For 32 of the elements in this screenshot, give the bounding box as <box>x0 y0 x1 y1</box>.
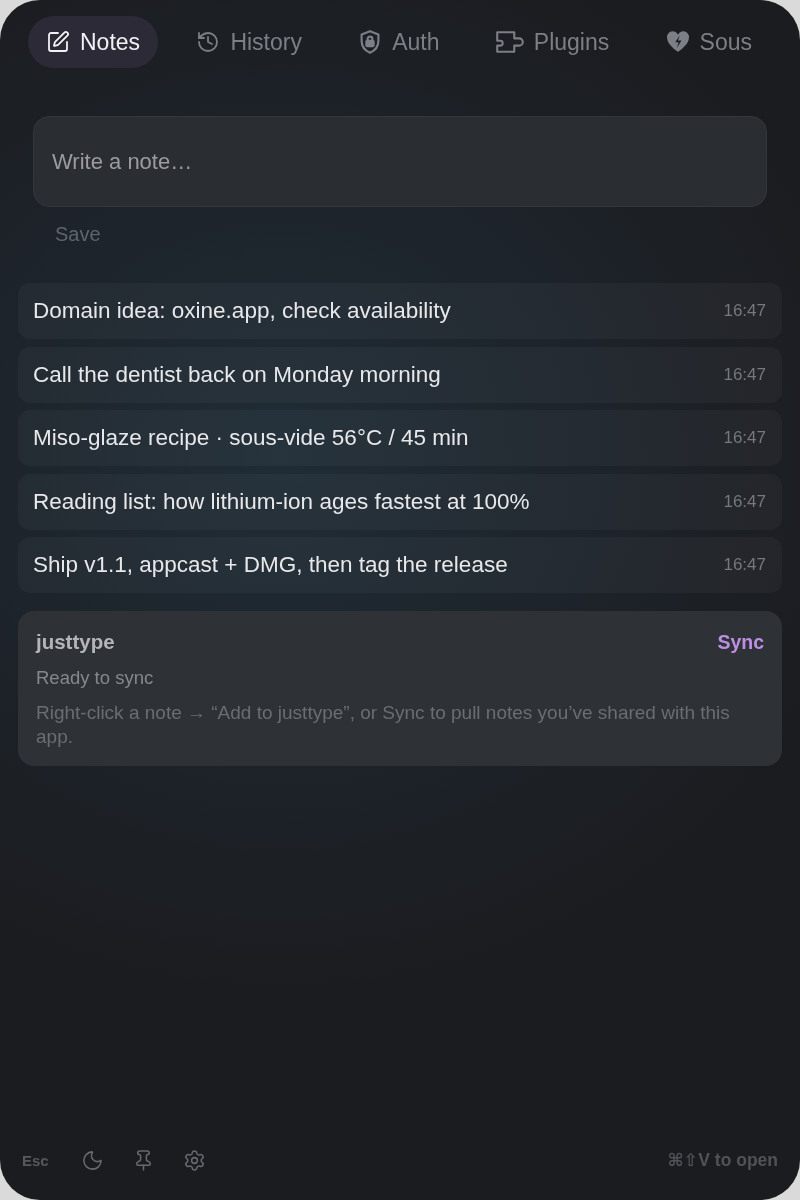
note-time: 16:47 <box>723 364 766 385</box>
note-text: Reading list: how lithium-ion ages fastest at 100% <box>33 488 530 515</box>
tab[interactable]: Plugins <box>477 16 628 68</box>
sync-title: justtype <box>36 630 115 654</box>
esc-hint: Esc <box>22 1151 49 1169</box>
sync-hint: Right-click a note → “Add to justtype”, or Sync to pull notes you’ve shared with this app. <box>36 701 731 749</box>
sync-button[interactable]: Sync <box>717 630 764 654</box>
note-time: 16:47 <box>723 428 766 448</box>
pen-square-icon <box>46 30 70 54</box>
tab[interactable]: Notes <box>28 16 159 68</box>
tab[interactable]: Auth <box>340 16 458 68</box>
sync-status: Ready to sync <box>36 667 155 689</box>
moon-icon[interactable] <box>80 1148 104 1172</box>
note-row[interactable]: Reading list: how lithium-ion ages fastest at 100% 16:47 <box>18 473 782 530</box>
heart-bolt-icon <box>665 31 690 53</box>
note-row[interactable]: Domain idea: oxine.app, check availability 16:47 <box>18 283 782 339</box>
puzzle-icon <box>495 30 524 54</box>
history-icon <box>196 30 221 54</box>
note-text: Miso-glaze recipe · sous-vide 56°C / 45 min <box>33 425 469 451</box>
note-row[interactable]: Miso-glaze recipe · sous-vide 56°C / 45 min 16:47 <box>18 410 782 466</box>
settings-icon[interactable] <box>182 1148 206 1172</box>
note-text: Domain idea: oxine.app, check availability <box>33 298 451 324</box>
note-time: 16:47 <box>723 555 766 575</box>
note-time: 16:47 <box>723 491 766 512</box>
note-text: Call the dentist back on Monday morning <box>33 361 441 388</box>
tab[interactable]: Sous <box>647 16 770 68</box>
tab[interactable]: History <box>178 16 320 68</box>
note-time: 16:47 <box>723 301 766 321</box>
note-row[interactable]: Call the dentist back on Monday morning 16:47 <box>18 346 782 403</box>
note-text: Ship v1.1, appcast + DMG, then tag the release <box>33 552 508 578</box>
note-input-field[interactable]: Write a note… <box>33 116 767 207</box>
note-row[interactable]: Ship v1.1, appcast + DMG, then tag the release 16:47 <box>18 537 782 593</box>
